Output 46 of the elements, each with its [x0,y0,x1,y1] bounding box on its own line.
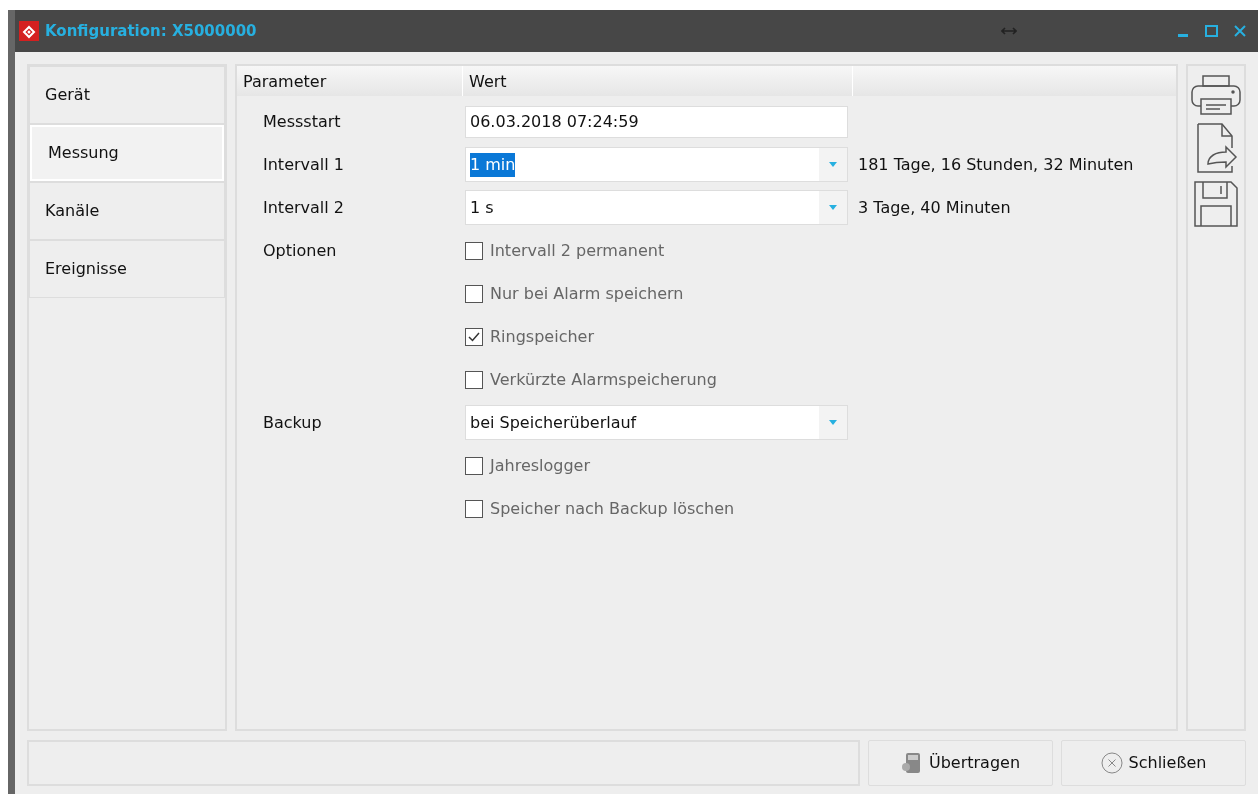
parameter-label: Optionen [263,240,337,260]
caret-icon [829,162,837,167]
save-icon[interactable] [1193,180,1239,228]
dropdown-value: 1 s [470,196,494,219]
checkbox-label: Nur bei Alarm speichern [490,282,684,305]
checkbox-label: Speicher nach Backup löschen [490,497,735,520]
duration-text: 3 Tage, 40 Minuten [858,196,1011,219]
checkbox[interactable] [465,499,483,518]
close-button[interactable] [1234,25,1246,37]
maximize-button[interactable] [1205,25,1218,37]
checkbox[interactable] [465,284,483,303]
device-icon [900,751,923,775]
column-header: Wert [463,66,853,96]
transfer-button[interactable]: Übertragen [868,740,1053,786]
dropdown-value: bei Speicherüberlauf [470,411,637,434]
parameter-label: Messstart [263,111,341,131]
printer-icon[interactable] [1190,74,1242,116]
checkbox-label: Ringspeicher [490,325,594,348]
resize-icon [1001,27,1017,35]
sidebar-tab[interactable]: Kanäle [29,182,225,240]
dropdown-field[interactable]: 1 s [465,190,848,225]
parameter-label: Intervall 1 [263,154,344,174]
checkbox[interactable] [465,241,483,260]
sidebar-tab[interactable]: Ereignisse [29,240,225,298]
close-circle-icon [1100,752,1123,774]
app-logo-icon [19,21,39,41]
dropdown-field[interactable]: 1 min [465,147,848,182]
checkbox-label: Jahreslogger [490,454,591,477]
parameter-label: Intervall 2 [263,197,344,217]
parameter-label: Backup [263,412,322,432]
close-dialog-button[interactable]: Schließen [1061,740,1246,786]
dropdown-value: 1 min [470,152,516,177]
dropdown-field[interactable]: bei Speicherüberlauf [465,405,848,440]
caret-icon [829,420,837,425]
sidebar-tab[interactable]: Messung [29,124,225,182]
column-header: Parameter [237,66,463,96]
caret-icon [829,205,837,210]
checkbox[interactable] [465,370,483,389]
window-title: Konfiguration: X5000000 [45,20,257,42]
duration-text: 181 Tage, 16 Stunden, 32 Minuten [858,153,1134,176]
sidebar-tab[interactable]: Gerät [29,66,225,124]
checkbox[interactable] [465,456,483,475]
checkbox-label: Intervall 2 permanent [490,239,665,262]
checkbox-label: Verkürzte Alarmspeicherung [490,368,717,391]
text-field[interactable]: 06.03.2018 07:24:59 [465,105,848,138]
checkbox[interactable] [465,327,483,346]
